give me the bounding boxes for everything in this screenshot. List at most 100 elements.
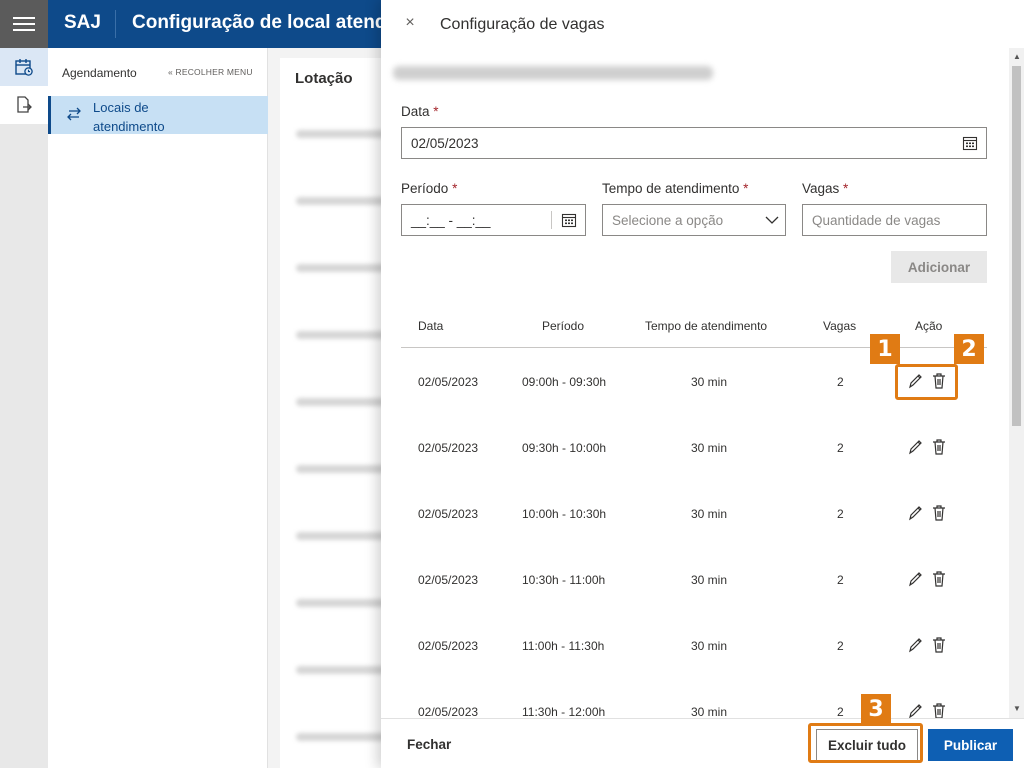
callout-highlight-actions (895, 364, 958, 400)
cell-tempo: 30 min (691, 441, 728, 455)
edit-pencil-icon[interactable] (907, 504, 923, 522)
close-button[interactable]: Fechar (407, 737, 451, 752)
tempo-label: Tempo de atendimento * (602, 181, 749, 196)
menu-item-locais[interactable]: Locais de atendimento (48, 96, 268, 134)
edit-pencil-icon[interactable] (907, 702, 923, 718)
cell-vagas: 2 (837, 441, 844, 455)
vagas-placeholder: Quantidade de vagas (812, 213, 941, 228)
cell-tempo: 30 min (691, 705, 728, 718)
trash-icon[interactable] (931, 570, 947, 588)
trash-icon[interactable] (931, 702, 947, 718)
table-row: 02/05/2023 10:00h - 10:30h 30 min 2 (401, 480, 987, 546)
brand-logo[interactable]: SAJ (64, 12, 101, 34)
cell-tempo: 30 min (691, 507, 728, 521)
cell-tempo: 30 min (691, 639, 728, 653)
period-mask: __:__ - __:__ (411, 213, 491, 228)
close-icon[interactable]: × (402, 15, 418, 31)
blurred-row (296, 398, 386, 406)
date-label: Data * (401, 104, 439, 119)
calendar-icon[interactable] (561, 212, 577, 228)
col-header-periodo: Período (542, 319, 585, 333)
cell-data: 02/05/2023 (418, 639, 479, 653)
blurred-row (296, 331, 386, 339)
lotacao-title: Lotação (295, 70, 353, 87)
cell-periodo: 11:00h - 11:30h (522, 639, 605, 653)
col-header-acao: Ação (915, 319, 943, 333)
trash-icon[interactable] (931, 636, 947, 654)
callout-number-1: 1 (870, 334, 900, 364)
table-row: 02/05/2023 11:30h - 12:00h 30 min 2 (401, 678, 987, 718)
menu-item-label: Locais de atendimento (93, 100, 165, 134)
blurred-row (296, 532, 386, 540)
cell-data: 02/05/2023 (418, 705, 479, 718)
col-header-data: Data (418, 319, 444, 333)
edit-pencil-icon[interactable] (907, 570, 923, 588)
calendar-icon[interactable] (962, 135, 978, 151)
col-header-tempo: Tempo de atendimento (645, 319, 768, 333)
callout-number-3: 3 (861, 694, 891, 724)
scroll-thumb[interactable] (1012, 66, 1021, 426)
scroll-up-arrow-icon[interactable]: ▲ (1013, 52, 1021, 61)
config-vagas-panel: × Configuração de vagas Data * 02/05/202… (381, 0, 1024, 768)
panel-title: Configuração de vagas (440, 16, 605, 33)
rail-item-schedule[interactable] (0, 48, 48, 86)
table-row: 02/05/2023 11:00h - 11:30h 30 min 2 (401, 612, 987, 678)
calendar-clock-icon (15, 59, 33, 76)
cell-periodo: 11:30h - 12:00h (522, 705, 606, 718)
blurred-row (296, 130, 386, 138)
cell-periodo: 09:30h - 10:00h (522, 441, 607, 455)
table-row: 02/05/2023 10:30h - 11:00h 30 min 2 (401, 546, 987, 612)
date-input[interactable]: 02/05/2023 (401, 127, 987, 159)
period-label: Período * (401, 181, 458, 196)
blurred-row (296, 264, 386, 272)
period-input[interactable]: __:__ - __:__ (401, 204, 586, 236)
vagas-label: Vagas * (802, 181, 849, 196)
document-forward-icon (17, 96, 32, 113)
blurred-row (296, 465, 386, 473)
blurred-row (296, 599, 386, 607)
cell-data: 02/05/2023 (418, 375, 479, 389)
scroll-down-arrow-icon[interactable]: ▼ (1013, 704, 1021, 713)
cell-data: 02/05/2023 (418, 573, 479, 587)
secondary-menu: Agendamento « RECOLHER MENU Locais de at… (48, 48, 268, 768)
cell-periodo: 09:00h - 09:30h (522, 375, 607, 389)
cell-tempo: 30 min (691, 573, 728, 587)
hamburger-menu-icon[interactable] (0, 0, 48, 48)
blurred-row (296, 733, 386, 741)
icon-rail (0, 48, 48, 768)
cell-vagas: 2 (837, 573, 844, 587)
cell-periodo: 10:00h - 10:30h (522, 507, 607, 521)
cell-data: 02/05/2023 (418, 507, 479, 521)
trash-icon[interactable] (931, 504, 947, 522)
submenu-heading: Agendamento (62, 66, 137, 80)
tempo-select[interactable]: Selecione a opção (602, 204, 786, 236)
trash-icon[interactable] (931, 438, 947, 456)
edit-pencil-icon[interactable] (907, 438, 923, 456)
edit-pencil-icon[interactable] (907, 636, 923, 654)
vagas-input[interactable]: Quantidade de vagas (802, 204, 987, 236)
cell-tempo: 30 min (691, 375, 728, 389)
publish-button[interactable]: Publicar (928, 729, 1013, 761)
table-row: 02/05/2023 09:30h - 10:00h 30 min 2 (401, 414, 987, 480)
collapse-menu-button[interactable]: « RECOLHER MENU (168, 67, 253, 77)
cell-periodo: 10:30h - 11:00h (522, 573, 606, 587)
cell-data: 02/05/2023 (418, 441, 479, 455)
callout-highlight-delete-all (808, 723, 923, 763)
cell-vagas: 2 (837, 705, 844, 718)
tempo-placeholder: Selecione a opção (612, 213, 724, 228)
panel-scrollbar[interactable]: ▲ ▼ (1009, 48, 1024, 718)
callout-number-2: 2 (954, 334, 984, 364)
blurred-row (296, 666, 386, 674)
swap-arrows-icon (67, 107, 81, 121)
brand-divider (115, 10, 116, 38)
panel-footer: Fechar Excluir tudo Publicar (381, 718, 1024, 768)
cell-vagas: 2 (837, 507, 844, 521)
add-button[interactable]: Adicionar (891, 251, 987, 283)
cell-vagas: 2 (837, 375, 844, 389)
rail-item-documents[interactable] (0, 86, 48, 124)
date-value: 02/05/2023 (411, 136, 479, 151)
blurred-subtitle (393, 66, 713, 80)
col-header-vagas: Vagas (823, 319, 857, 333)
chevron-down-icon (765, 216, 779, 224)
cell-vagas: 2 (837, 639, 844, 653)
